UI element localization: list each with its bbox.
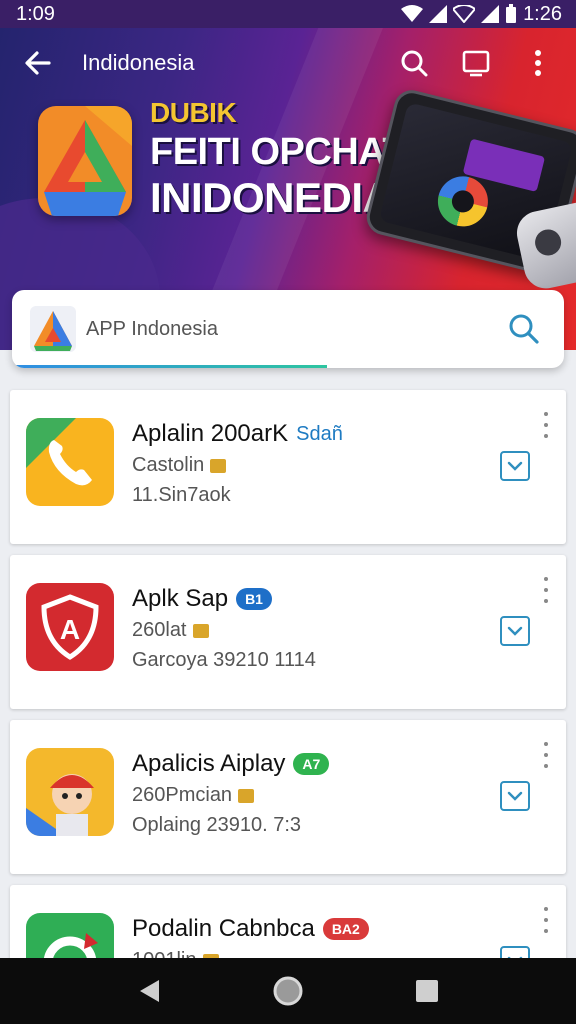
arrow-left-icon — [25, 51, 51, 75]
status-bar: 1:09 1:26 — [0, 0, 576, 28]
app-badge: B1 — [236, 588, 272, 610]
nav-recents-button[interactable] — [405, 969, 449, 1013]
app-meta: 11.Sin7aok — [132, 484, 231, 506]
search-input[interactable]: APP Indonesia — [86, 318, 502, 341]
expand-button[interactable] — [500, 451, 530, 481]
nav-back-button[interactable] — [127, 969, 171, 1013]
app-meta: Garcoya 39210 1114 — [132, 649, 316, 671]
app-title-row: Aplalin 200arK Sdañ — [132, 420, 343, 448]
list-item[interactable]: Aplalin 200arK Sdañ Castolin 11.Sin7aok — [10, 390, 566, 544]
chevron-down-icon — [507, 791, 523, 801]
status-time: 1:09 — [16, 2, 55, 25]
app-title-row: Aplk Sap B1 — [132, 585, 272, 613]
search-progress-bar — [12, 365, 327, 368]
app-developer-text: 260lat — [132, 619, 187, 641]
app-developer: 260lat — [132, 619, 209, 642]
circle-home-icon — [273, 976, 303, 1006]
app-meta: Oplaing 23910. 7:3 — [132, 814, 302, 836]
search-icon — [509, 314, 539, 344]
app-developer-text: 260Pmcian — [132, 784, 233, 806]
back-button[interactable] — [18, 43, 58, 83]
app-badge: A7 — [293, 753, 330, 775]
color-ring-icon — [432, 171, 494, 232]
app-list: Aplalin 200arK Sdañ Castolin 11.Sin7aok … — [10, 390, 566, 1024]
chevron-down-icon — [507, 626, 523, 636]
wifi-icon — [453, 5, 476, 23]
search-bar[interactable]: APP Indonesia — [12, 290, 564, 368]
app-badge: BA2 — [322, 918, 369, 940]
cast-button[interactable] — [456, 43, 496, 83]
app-tag: Sdañ — [296, 422, 343, 445]
more-options-button[interactable] — [538, 742, 554, 768]
app-title-row: Podalin Cabnbca BA2 — [132, 915, 369, 943]
search-submit-button[interactable] — [502, 307, 546, 351]
more-options-button[interactable] — [518, 43, 558, 83]
app-title-row: Apalicis Aiplay A7 — [132, 750, 330, 778]
triangle-back-icon — [140, 980, 160, 1002]
badge-icon — [210, 458, 227, 473]
app-bar: Indidonesia — [0, 28, 576, 98]
chevron-down-icon — [507, 461, 523, 471]
square-recents-icon — [415, 980, 438, 1002]
app-developer: Castolin — [132, 454, 227, 477]
app-title: Podalin Cabnbca — [132, 915, 315, 942]
triangle-logo-icon — [38, 106, 132, 216]
phone-call-icon — [26, 418, 114, 506]
app-icon — [26, 748, 114, 836]
app-developer-text: Castolin — [132, 454, 205, 476]
character-icon — [26, 748, 114, 836]
expand-button[interactable] — [500, 781, 530, 811]
app-icon: A — [26, 583, 114, 671]
status-time-right: 1:26 — [523, 2, 562, 25]
more-vert-icon — [535, 50, 541, 76]
more-options-button[interactable] — [538, 412, 554, 438]
app-title: Aplalin 200arK — [132, 420, 289, 447]
badge-icon — [238, 788, 255, 803]
battery-icon — [506, 4, 517, 23]
list-item[interactable]: Apalicis Aiplay A7 260Pmcian Oplaing 239… — [10, 720, 566, 874]
list-item[interactable]: A Aplk Sap B1 260lat Garcoya 39210 1114 — [10, 555, 566, 709]
app-title: Aplk Sap — [132, 585, 229, 612]
more-options-button[interactable] — [538, 577, 554, 603]
app-developer: 260Pmcian — [132, 784, 255, 807]
page-title: Indidonesia — [82, 50, 195, 75]
svg-text:A: A — [60, 614, 80, 645]
status-icons: 1:26 — [401, 3, 562, 26]
search-button[interactable] — [394, 43, 434, 83]
search-icon — [401, 50, 428, 77]
app-icon — [26, 418, 114, 506]
wifi-icon — [401, 5, 424, 22]
search-app-logo — [30, 306, 76, 352]
app-logo — [38, 106, 132, 216]
system-nav-bar — [0, 958, 576, 1024]
more-options-button[interactable] — [538, 907, 554, 933]
triangle-logo-icon — [30, 306, 76, 352]
cast-icon — [462, 50, 490, 77]
expand-button[interactable] — [500, 616, 530, 646]
shield-a-icon: A — [26, 583, 114, 671]
signal-icon — [429, 5, 448, 23]
badge-icon — [192, 623, 209, 638]
app-bar-actions — [394, 43, 558, 83]
signal-icon — [481, 5, 500, 23]
nav-home-button[interactable] — [266, 969, 310, 1013]
app-title: Apalicis Aiplay — [132, 750, 286, 777]
